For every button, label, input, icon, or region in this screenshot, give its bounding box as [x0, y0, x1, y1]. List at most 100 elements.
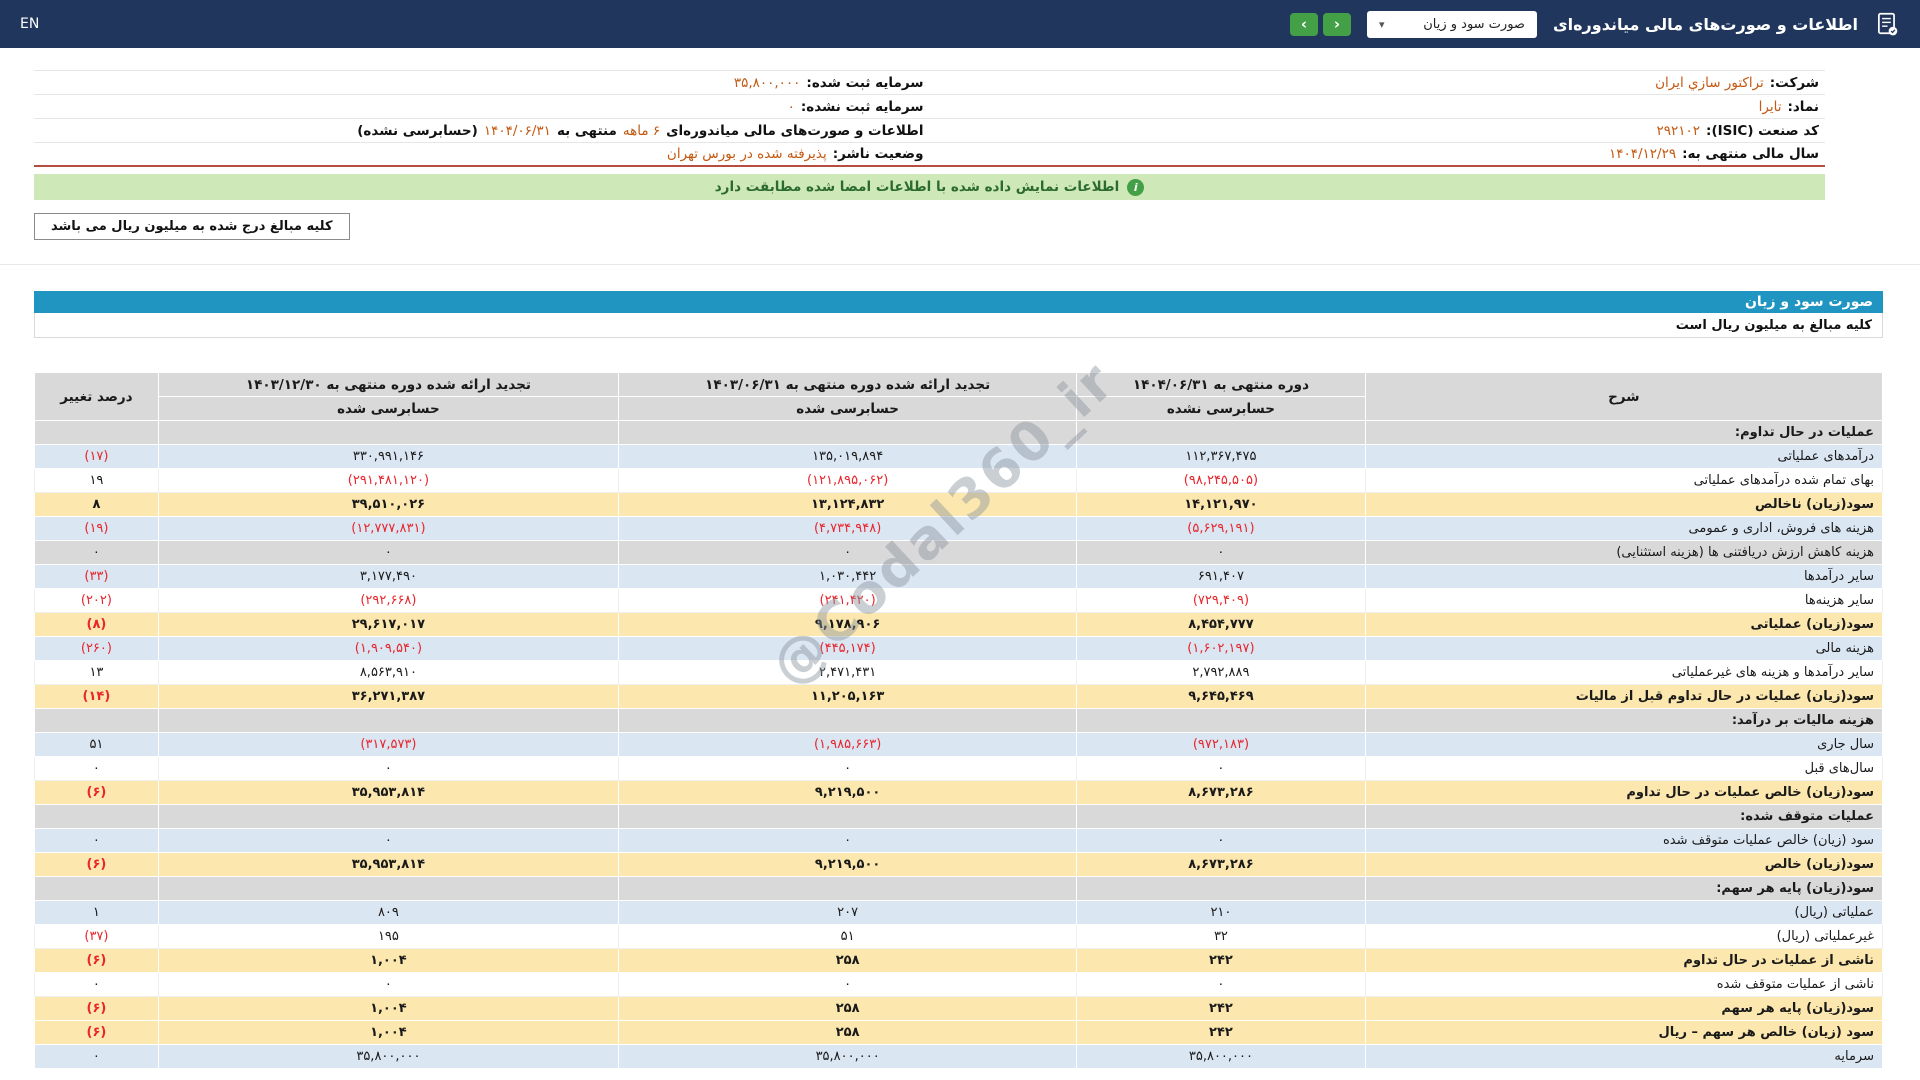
- row-value: ۲,۷۹۲,۸۸۹: [1076, 660, 1366, 685]
- row-value: [157, 708, 619, 733]
- row-value: [1076, 420, 1366, 445]
- fiscal-year-label: سال مالی منتهی به:: [1682, 146, 1819, 162]
- row-value: ۱۴,۱۲۱,۹۷۰: [1076, 492, 1366, 517]
- row-value: [617, 804, 1078, 829]
- row-value: (۹۸,۲۴۵,۵۰۵): [1076, 468, 1366, 493]
- period-line-suffix: (حسابرسی نشده): [357, 122, 478, 139]
- next-statement-button[interactable]: ›: [1322, 12, 1351, 36]
- col-subheader-audit-mid: حسابرسی شده: [617, 396, 1078, 421]
- row-value: [157, 804, 619, 829]
- row-value: ۲۵۸: [617, 996, 1078, 1021]
- chevron-down-icon: ▾: [1378, 17, 1385, 31]
- statement-row: سایر هزینه‌ها (۷۲۹,۴۰۹) (۲۴۱,۴۲۰) (۲۹۲,۶۶۸)…: [34, 588, 1884, 613]
- topbar: اطلاعات و صورت‌های مالی میاندوره‌ای صورت…: [0, 0, 1920, 48]
- page-title: اطلاعات و صورت‌های مالی میاندوره‌ای: [1552, 14, 1858, 34]
- previous-statement-button[interactable]: ‹: [1289, 12, 1318, 36]
- statement-row: سود(زیان) خالص عملیات در حال تداوم ۸,۶۷۳,…: [34, 780, 1884, 805]
- statement-row: سایر درآمدها ۶۹۱,۴۰۷ ۱,۰۳۰,۴۴۲ ۳,۱۷۷,۴۹۰ (۳۳…: [34, 564, 1884, 589]
- row-value: ۱۹۵: [157, 924, 619, 949]
- row-value: ۳۶,۲۷۱,۳۸۷: [157, 684, 619, 709]
- row-value: (۴۴۵,۱۷۴): [617, 636, 1078, 661]
- row-value: ۲,۴۷۱,۴۳۱: [617, 660, 1078, 685]
- symbol-value: تایرا: [1758, 98, 1782, 115]
- row-value: ۰: [617, 756, 1078, 781]
- row-value: ۱۳,۱۲۴,۸۳۲: [617, 492, 1078, 517]
- row-value: ۳۵,۸۰۰,۰۰۰: [1076, 1044, 1366, 1069]
- row-label: عملیات در حال تداوم:: [1364, 420, 1884, 445]
- statement-row: سایر درآمدها و هزینه های غیرعملیاتی ۲,۷۹۲…: [34, 660, 1884, 685]
- row-label: سود(زیان) عملیات در حال تداوم قبل از مال…: [1364, 684, 1884, 709]
- row-label: عملیات متوقف شده:: [1364, 804, 1884, 829]
- row-value: ۳۹,۵۱۰,۰۲۶: [157, 492, 619, 517]
- row-value: (۶): [34, 1020, 159, 1045]
- row-label: سایر درآمدها: [1364, 564, 1884, 589]
- row-value: ۲۱۰: [1076, 900, 1366, 925]
- row-label: سال جاری: [1364, 732, 1884, 757]
- row-value: ۹,۲۱۹,۵۰۰: [617, 780, 1078, 805]
- row-label: سود(زیان) پایه هر سهم:: [1364, 876, 1884, 901]
- row-value: ۲۴۲: [1076, 996, 1366, 1021]
- statement-type-dropdown[interactable]: صورت سود و زیان ▾: [1366, 10, 1537, 38]
- section-header-row: عملیات متوقف شده:: [34, 804, 1884, 829]
- statement-row: بهای تمام شده درآمدهای عملیاتی (۹۸,۲۴۵,۵۰…: [34, 468, 1884, 493]
- statement-row: ناشی از عملیات در حال تداوم ۲۴۲ ۲۵۸ ۱,۰۰۴ (۶…: [34, 948, 1884, 973]
- company-info-panel: شرکت: تراکتور سازي ایران سرمایه ثبت شده:…: [34, 70, 1825, 167]
- isic-label: کد صنعت (ISIC):: [1706, 122, 1819, 139]
- statement-row: هزینه های فروش، اداری و عمومی (۵,۶۲۹,۱۹۱)…: [34, 516, 1884, 541]
- row-value: ۰: [157, 756, 619, 781]
- statement-table: شرح دوره منتهی به ۱۴۰۴/۰۶/۳۱ تجدید ارائه…: [34, 372, 1884, 1069]
- row-label: هزینه مالیات بر درآمد:: [1364, 708, 1884, 733]
- row-value: [1076, 708, 1366, 733]
- col-header-description: شرح: [1364, 372, 1884, 421]
- row-value: ۰: [157, 972, 619, 997]
- period-line-middle: منتهی به: [556, 122, 617, 139]
- language-toggle-en[interactable]: EN: [20, 16, 39, 32]
- row-value: (۷۲۹,۴۰۹): [1076, 588, 1366, 613]
- row-value: (۳۷): [34, 924, 159, 949]
- section-header-row: هزینه مالیات بر درآمد:: [34, 708, 1884, 733]
- row-value: ۸,۶۷۳,۲۸۶: [1076, 852, 1366, 877]
- fiscal-year-value: ۱۴۰۴/۱۲/۲۹: [1608, 146, 1677, 162]
- company-info-row: نماد: تایرا سرمایه ثبت نشده: ۰: [34, 95, 1825, 119]
- row-value: [1076, 876, 1366, 901]
- row-value: [34, 420, 159, 445]
- statement-row: سال‌های قبل ۰ ۰ ۰ ۰: [34, 756, 1884, 781]
- row-value: ۳۵,۹۵۳,۸۱۴: [157, 780, 619, 805]
- statement-row: سال جاری (۹۷۲,۱۸۳) (۱,۹۸۵,۶۶۳) (۳۱۷,۵۷۳) ۵۱: [34, 732, 1884, 757]
- col-header-change-pct: درصد تغییر: [34, 372, 159, 421]
- statement-row: سود(زیان) عملیاتی ۸,۴۵۴,۷۷۷ ۹,۱۷۸,۹۰۶ ۲۹,۶۱…: [34, 612, 1884, 637]
- statement-row: سود(زیان) عملیات در حال تداوم قبل از مال…: [34, 684, 1884, 709]
- row-value: [617, 420, 1078, 445]
- row-value: ۰: [34, 1044, 159, 1069]
- statement-nav-buttons: ‹ ›: [1289, 12, 1351, 36]
- row-label: درآمدهای عملیاتی: [1364, 444, 1884, 469]
- section-divider: [0, 264, 1920, 265]
- company-info-row: سال مالی منتهی به: ۱۴۰۴/۱۲/۲۹ وضعیت ناشر…: [34, 143, 1825, 167]
- row-value: ۱,۰۰۴: [157, 1020, 619, 1045]
- signature-match-banner: i اطلاعات نمایش داده شده با اطلاعات امضا…: [34, 174, 1825, 200]
- row-label: سود(زیان) عملیاتی: [1364, 612, 1884, 637]
- company-name-value: تراکتور سازي ایران: [1655, 74, 1764, 91]
- row-value: (۱,۹۸۵,۶۶۳): [617, 732, 1078, 757]
- row-value: ۱۳۵,۰۱۹,۸۹۴: [617, 444, 1078, 469]
- row-value: ۲۴۲: [1076, 1020, 1366, 1045]
- statement-row: هزینه مالی (۱,۶۰۲,۱۹۷) (۴۴۵,۱۷۴) (۱,۹۰۹,۵۴۰…: [34, 636, 1884, 661]
- row-value: ۰: [34, 540, 159, 565]
- row-value: (۶): [34, 852, 159, 877]
- row-value: ۱۳: [34, 660, 159, 685]
- row-value: ۱۱,۲۰۵,۱۶۳: [617, 684, 1078, 709]
- row-value: (۲۶۰): [34, 636, 159, 661]
- row-value: (۱۷): [34, 444, 159, 469]
- row-value: ۳۵,۸۰۰,۰۰۰: [157, 1044, 619, 1069]
- row-value: [157, 420, 619, 445]
- row-value: (۴,۷۳۴,۹۴۸): [617, 516, 1078, 541]
- row-label: سایر هزینه‌ها: [1364, 588, 1884, 613]
- registered-capital-value: ۳۵,۸۰۰,۰۰۰: [733, 74, 801, 91]
- registered-capital-label: سرمایه ثبت شده:: [806, 74, 924, 91]
- section-header-row: عملیات در حال تداوم:: [34, 420, 1884, 445]
- row-value: (۱۴): [34, 684, 159, 709]
- row-value: (۱۹): [34, 516, 159, 541]
- topbar-right-group: اطلاعات و صورت‌های مالی میاندوره‌ای صورت…: [1289, 10, 1900, 38]
- row-value: (۱۲,۷۷۷,۸۳۱): [157, 516, 619, 541]
- publisher-status-value: پذیرفته شده در بورس تهران: [666, 146, 827, 162]
